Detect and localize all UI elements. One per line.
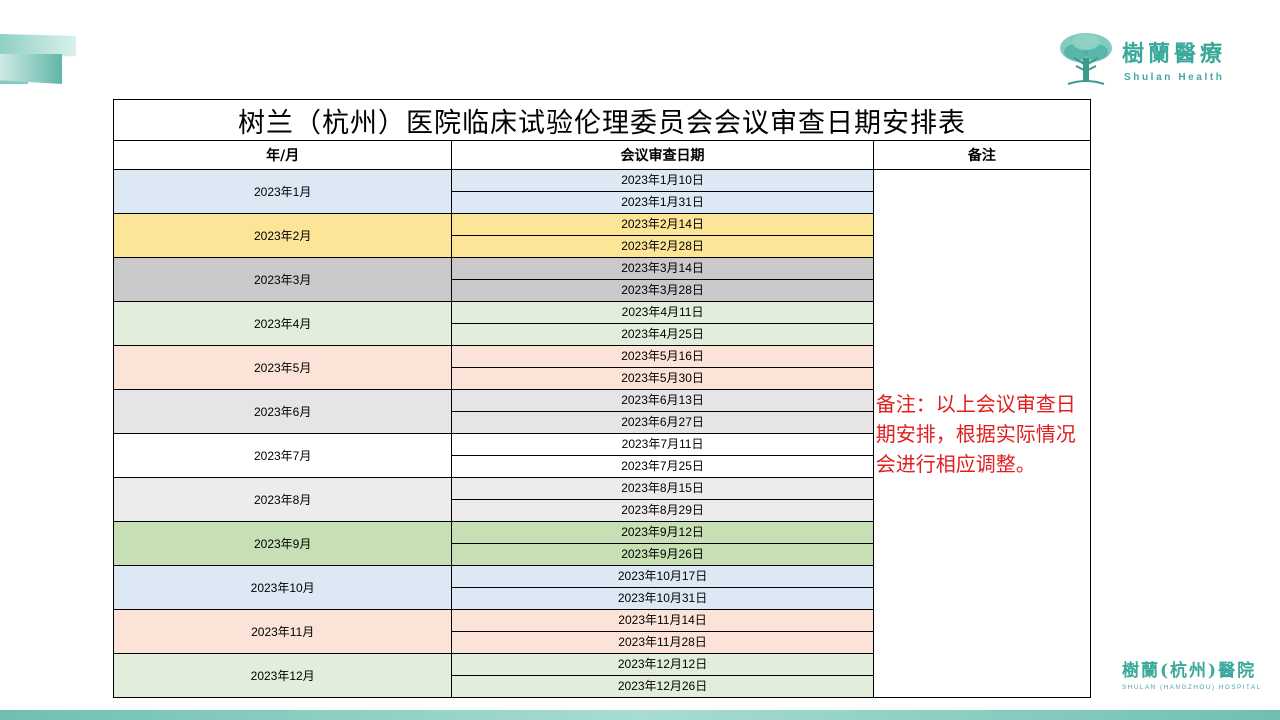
review-date-cell: 2023年9月26日	[451, 543, 874, 566]
review-date-cell: 2023年2月14日	[451, 213, 874, 236]
review-date-cell: 2023年8月29日	[451, 499, 874, 522]
review-date-cell: 2023年4月11日	[451, 301, 874, 324]
review-date-cell: 2023年6月13日	[451, 389, 874, 412]
brand-logo: 樹蘭醫療 Shulan Health	[1058, 30, 1258, 90]
table-title: 树兰（杭州）医院临床试验伦理委员会会议审查日期安排表	[113, 99, 1091, 141]
tree-logo-icon	[1060, 33, 1112, 85]
table-row: 2023年1月 2023年1月10日备注：以上会议审查日期安排，根据实际情况会进行…	[112, 169, 1092, 698]
brand-name-en: Shulan Health	[1124, 72, 1225, 83]
hospital-name-en: SHULAN (HANGZHOU) HOSPITAL	[1122, 684, 1262, 691]
review-date-cell: 2023年3月28日	[451, 279, 874, 302]
review-date-cell: 2023年1月31日	[451, 191, 874, 214]
bottom-decorative-bar	[0, 710, 1280, 720]
review-date-cell: 2023年7月25日	[451, 455, 874, 478]
review-date-cell: 2023年4月25日	[451, 323, 874, 346]
month-cell: 2023年3月	[112, 257, 453, 302]
review-date-cell: 2023年6月27日	[451, 411, 874, 434]
month-cell: 2023年11月	[112, 609, 453, 654]
review-date-cell: 2023年8月15日	[451, 477, 874, 500]
review-date-cell: 2023年9月12日	[451, 521, 874, 544]
brand-name-cn: 樹蘭醫療	[1122, 41, 1227, 67]
schedule-table: 树兰（杭州）医院临床试验伦理委员会会议审查日期安排表 年/月 会议审查日期 备注…	[112, 99, 1092, 698]
note-text: 备注：以上会议审查日期安排，根据实际情况会进行相应调整。	[875, 391, 1076, 476]
header-month: 年/月	[112, 140, 453, 170]
hospital-name-cn: 樹蘭(杭州)醫院	[1122, 661, 1257, 681]
month-cell: 2023年10月	[112, 565, 453, 610]
month-cell: 2023年2月	[112, 213, 453, 258]
review-date-cell: 2023年5月16日	[451, 345, 874, 368]
review-date-cell: 2023年12月12日	[451, 653, 874, 676]
review-date-cell: 2023年2月28日	[451, 235, 874, 258]
month-cell: 2023年7月	[112, 433, 453, 478]
review-date-cell: 2023年10月17日	[451, 565, 874, 588]
month-cell: 2023年9月	[112, 521, 453, 566]
month-cell: 2023年5月	[112, 345, 453, 390]
month-cell: 2023年6月	[112, 389, 453, 434]
review-date-cell: 2023年3月14日	[451, 257, 874, 280]
review-date-cell: 2023年11月28日	[451, 631, 874, 654]
month-cell: 2023年12月	[112, 653, 453, 698]
review-date-cell: 2023年11月14日	[451, 609, 874, 632]
review-date-cell: 2023年12月26日	[451, 675, 874, 698]
month-cell: 2023年8月	[112, 477, 453, 522]
review-date-cell: 2023年7月11日	[451, 433, 874, 456]
header-date: 会议审查日期	[451, 140, 874, 170]
review-date-cell: 2023年5月30日	[451, 367, 874, 390]
schedule-body: 2023年1月 2023年1月10日备注：以上会议审查日期安排，根据实际情况会进行…	[112, 169, 1092, 698]
review-date-cell: 2023年10月31日	[451, 587, 874, 610]
header-note: 备注	[872, 140, 1092, 170]
month-cell: 2023年1月	[112, 169, 453, 214]
note-cell: 备注：以上会议审查日期安排，根据实际情况会进行相应调整。	[872, 169, 1092, 698]
decorative-ribbon	[0, 32, 80, 88]
review-date-cell: 2023年1月10日	[451, 169, 874, 192]
hospital-logo: 樹蘭(杭州)醫院 SHULAN (HANGZHOU) HOSPITAL	[1122, 660, 1272, 694]
month-cell: 2023年4月	[112, 301, 453, 346]
